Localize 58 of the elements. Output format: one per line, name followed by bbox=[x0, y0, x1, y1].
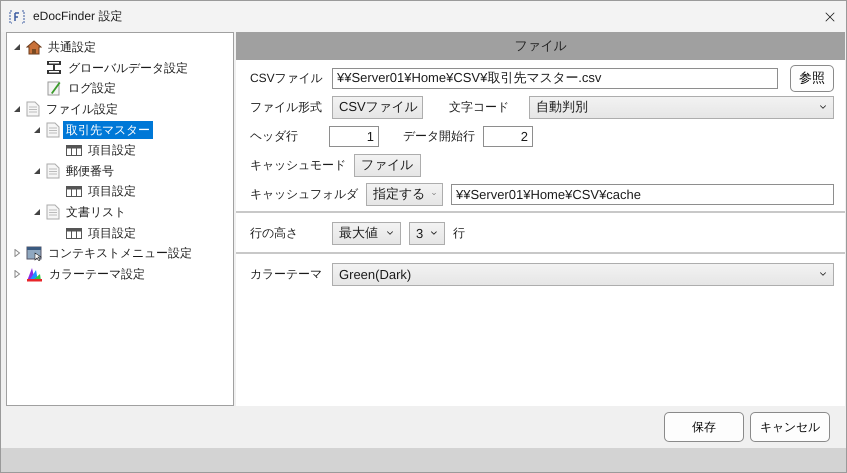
context-menu-icon bbox=[26, 245, 42, 262]
expanded-arrow-icon[interactable] bbox=[33, 126, 41, 134]
csv-file-field[interactable]: ¥¥Server01¥Home¥CSV¥取引先マスター.csv bbox=[332, 68, 778, 88]
tree-item[interactable]: 郵便番号 bbox=[63, 162, 117, 180]
pencil-note-icon bbox=[46, 80, 62, 96]
expanded-arrow-icon[interactable] bbox=[33, 166, 41, 175]
header-row-field[interactable]: 1 bbox=[329, 126, 379, 146]
house-icon bbox=[26, 39, 42, 56]
field-label: データ開始行 bbox=[403, 128, 475, 144]
field-label: カラーテーマ bbox=[250, 266, 323, 282]
table-icon bbox=[66, 185, 82, 198]
tree-item[interactable]: 項目設定 bbox=[85, 182, 139, 200]
table-icon bbox=[66, 144, 82, 156]
row-height-mode-dropdown[interactable]: 最大値 bbox=[332, 222, 401, 244]
save-button[interactable]: 保存 bbox=[664, 412, 744, 442]
field-label: キャッシュモード bbox=[250, 157, 346, 173]
tree-item[interactable]: 文書リスト bbox=[63, 203, 129, 222]
expanded-arrow-icon[interactable] bbox=[13, 105, 21, 114]
tree-item[interactable]: ログ設定 bbox=[65, 79, 119, 98]
field-label: ヘッダ行 bbox=[250, 128, 299, 144]
tree-item[interactable]: ファイル設定 bbox=[43, 100, 121, 118]
tree-item[interactable]: 取引先マスター bbox=[63, 120, 153, 139]
table-icon bbox=[66, 226, 82, 239]
color-theme-dropdown[interactable]: Green(Dark) bbox=[332, 262, 834, 286]
cache-folder-mode-dropdown[interactable]: 指定する bbox=[366, 182, 443, 206]
expanded-arrow-icon[interactable] bbox=[13, 43, 21, 52]
field-label: ファイル形式 bbox=[250, 99, 323, 115]
field-label: キャッシュフォルダ bbox=[250, 186, 358, 202]
collapsed-arrow-icon[interactable] bbox=[13, 270, 21, 278]
field-label: 行の高さ bbox=[250, 225, 299, 241]
tree-item[interactable]: 共通設定 bbox=[45, 38, 99, 56]
encoding-dropdown[interactable]: 自動判別 bbox=[529, 96, 834, 118]
document-icon bbox=[46, 122, 60, 138]
browse-button[interactable]: 参照 bbox=[790, 64, 834, 92]
tree-item[interactable]: 項目設定 bbox=[85, 224, 139, 242]
color-fan-icon bbox=[26, 266, 43, 282]
collapsed-arrow-icon[interactable] bbox=[13, 249, 21, 258]
cache-folder-field[interactable]: ¥¥Server01¥Home¥CSV¥cache bbox=[451, 184, 834, 204]
document-icon bbox=[46, 162, 60, 179]
panel-header: ファイル bbox=[236, 32, 845, 60]
app-logo-icon bbox=[9, 10, 25, 24]
tree-item[interactable]: グローバルデータ設定 bbox=[65, 58, 191, 77]
tree-item[interactable]: 項目設定 bbox=[85, 141, 139, 160]
field-label: CSVファイル bbox=[250, 70, 324, 86]
cache-mode-dropdown[interactable]: ファイル bbox=[354, 154, 421, 176]
row-height-dropdown[interactable]: 3 bbox=[409, 222, 445, 244]
file-format-dropdown[interactable]: CSVファイル bbox=[332, 96, 423, 118]
document-icon bbox=[46, 204, 60, 220]
unit-label: 行 bbox=[453, 225, 465, 241]
field-label: 文字コード bbox=[449, 99, 510, 115]
tree-item[interactable]: カラーテーマ設定 bbox=[46, 264, 148, 283]
cancel-button[interactable]: キャンセル bbox=[750, 412, 830, 442]
document-icon bbox=[26, 101, 40, 118]
server-icon bbox=[46, 60, 62, 76]
tree-item[interactable]: コンテキストメニュー設定 bbox=[45, 244, 195, 262]
data-start-row-field[interactable]: 2 bbox=[483, 126, 533, 146]
expanded-arrow-icon[interactable] bbox=[33, 208, 41, 216]
window-title: eDocFinder 設定 bbox=[33, 8, 124, 25]
